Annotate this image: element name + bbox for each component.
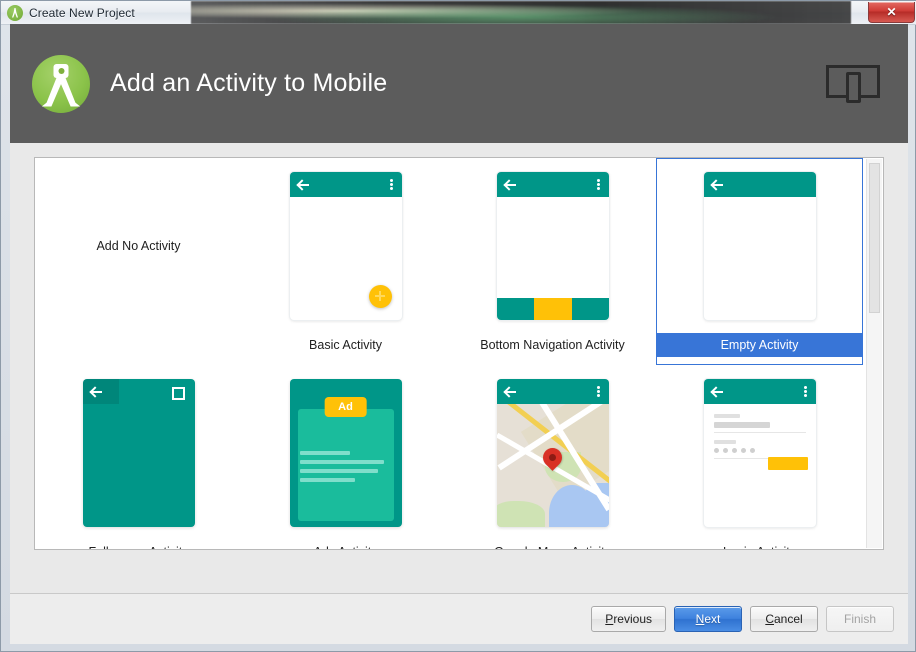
bottom-navigation-bar [497,298,609,320]
overflow-menu-icon [597,386,600,397]
back-arrow-icon [505,180,516,190]
activity-card-google-maps-activity[interactable]: Google Maps Activity [449,365,656,550]
page-title: Add an Activity to Mobile [110,69,387,98]
activity-thumbnail-empty [656,158,863,333]
previous-button[interactable]: Previous [591,606,666,632]
activity-card-ads-activity[interactable]: Ad Ads Activity [242,365,449,550]
overflow-menu-icon [804,386,807,397]
activity-card-empty-activity[interactable]: Empty Activity [656,158,863,365]
cancel-button-mnemonic: C [765,612,774,626]
cancel-button[interactable]: Cancel [750,606,818,632]
activity-card-label: Bottom Navigation Activity [449,333,656,357]
next-button[interactable]: Next [674,606,742,632]
overflow-menu-icon [597,179,600,190]
finish-button: Finish [826,606,894,632]
activity-thumbnail-ads: Ad [242,365,449,540]
activity-card-label: Google Maps Activity [449,540,656,550]
password-dots [714,448,755,453]
activity-card-label: Fullscreen Activity [35,540,242,550]
activity-card-label: Basic Activity [242,333,449,357]
cancel-button-post: ancel [774,612,803,626]
back-arrow-icon [505,387,516,397]
activity-gallery[interactable]: Add No Activity Basic Activity [34,157,884,550]
activity-thumbnail-bottomnav [449,158,656,333]
activity-card-label: Ads Activity [242,540,449,550]
ad-text-lines [300,451,392,487]
finish-button-mnemonic: F [844,612,851,626]
activity-card-login-activity[interactable]: Login Activity [656,365,863,550]
activity-card-fullscreen-activity[interactable]: Fullscreen Activity [35,365,242,550]
back-arrow-icon [298,180,309,190]
gallery-scrollbar[interactable] [866,159,882,548]
android-studio-icon [7,5,23,21]
activity-card-label: Login Activity [656,540,863,550]
fullscreen-icon [172,387,185,400]
activity-card-add-no-activity[interactable]: Add No Activity [35,158,242,365]
activity-thumbnail-login [656,365,863,540]
titlebar-aero-reflection [191,1,851,24]
floating-action-button-icon [369,285,392,308]
back-arrow-icon [712,387,723,397]
activity-grid: Add No Activity Basic Activity [35,158,865,550]
previous-button-mnemonic: P [605,612,613,626]
activity-thumbnail-map [449,365,656,540]
activity-thumbnail-none: Add No Activity [35,158,242,333]
dialog-footer: Previous Next Cancel Finish [10,593,908,644]
activity-card-label: Add No Activity [96,239,180,253]
next-button-post: ext [704,612,720,626]
create-new-project-window: Create New Project ✕ Add an Activity to … [0,0,916,652]
content-area: Add No Activity Basic Activity [10,143,908,593]
window-titlebar: Create New Project ✕ [1,1,916,25]
overflow-menu-icon [390,179,393,190]
previous-button-post: revious [613,612,652,626]
back-arrow-icon [91,387,102,397]
login-submit-button [768,457,808,470]
back-arrow-icon [712,180,723,190]
finish-button-post: inish [851,612,876,626]
activity-card-basic-activity[interactable]: Basic Activity [242,158,449,365]
wizard-header: Add an Activity to Mobile [10,24,908,143]
android-studio-logo-icon [32,55,90,113]
activity-thumbnail-fullscreen [35,365,242,540]
activity-thumbnail-basic [242,158,449,333]
gallery-scrollbar-thumb[interactable] [869,163,880,313]
window-title: Create New Project [29,6,135,20]
ad-badge: Ad [324,397,367,417]
activity-card-bottom-navigation-activity[interactable]: Bottom Navigation Activity [449,158,656,365]
tablet-and-phone-icon [826,63,882,105]
close-icon[interactable]: ✕ [868,2,915,23]
activity-card-label: Empty Activity [656,333,863,357]
